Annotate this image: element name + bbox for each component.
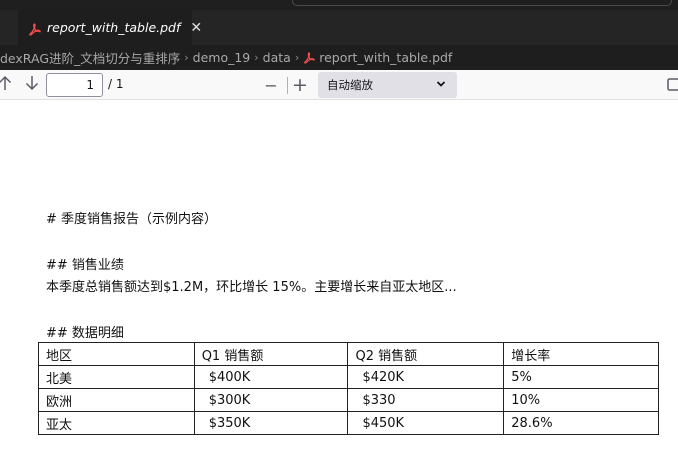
table-cell: $330 [347, 388, 505, 412]
table-cell: $400K [193, 365, 349, 389]
previous-page-button[interactable] [0, 75, 14, 95]
command-center-box[interactable] [292, 0, 672, 6]
pdf-page: # 季度销售报告（示例内容） ## 销售业绩 本季度总销售额达到$1.2M，环比… [0, 101, 678, 462]
table-header-cell: Q2 销售额 [347, 342, 505, 366]
document-properties-icon [665, 76, 678, 95]
chevron-right-icon: › [294, 51, 300, 64]
breadcrumb: dexRAG进阶_文档切分与重排序 › demo_19 › data › rep… [0, 45, 678, 70]
table-cell: $450K [347, 411, 505, 435]
zoom-select-value: 自动缩放 [327, 78, 373, 92]
tab-report-with-table-pdf[interactable]: report_with_table.pdf ✕ [18, 10, 202, 45]
page-count: / 1 [108, 77, 124, 91]
table-cell: 10% [503, 388, 659, 412]
pdf-toolbar: / 1 − + 自动缩放 [0, 70, 678, 100]
section-heading-details: ## 数据明细 [46, 326, 124, 341]
toolbar-divider [287, 77, 288, 94]
table-header-cell: 地区 [38, 342, 195, 366]
table-cell: 亚太 [38, 411, 195, 435]
tools-menu-button[interactable] [664, 75, 678, 95]
table-header-cell: Q1 销售额 [193, 342, 349, 366]
zoom-select[interactable]: 自动缩放 [318, 72, 457, 98]
table-cell: $300K [193, 388, 349, 412]
pdf-file-icon [28, 21, 41, 36]
table-row: 亚太 $350K $450K 28.6% [38, 411, 659, 435]
editor-tab-bar: report_with_table.pdf ✕ [0, 10, 678, 45]
window-top-strip [0, 0, 678, 10]
report-title: # 季度销售报告（示例内容） [46, 212, 218, 227]
breadcrumb-item-project[interactable]: dexRAG进阶_文档切分与重排序 [0, 48, 180, 67]
table-cell: 5% [503, 365, 659, 389]
summary-paragraph: 本季度总销售额达到$1.2M，环比增长 15%。主要增长来自亚太地区... [46, 280, 457, 295]
page-number-input[interactable] [46, 73, 103, 97]
chevron-right-icon: › [254, 51, 259, 64]
table-cell: 北美 [38, 365, 195, 389]
table-cell: 28.6% [503, 411, 659, 435]
tab-label: report_with_table.pdf [47, 20, 181, 35]
close-icon[interactable]: ✕ [190, 20, 202, 36]
minus-icon: − [264, 75, 278, 95]
breadcrumb-item-data[interactable]: data [263, 50, 291, 65]
next-page-button[interactable] [23, 75, 41, 95]
chevron-right-icon: › [184, 51, 189, 64]
table-row: 欧洲 $300K $330 10% [38, 388, 659, 412]
table-cell: $350K [193, 411, 349, 435]
breadcrumb-item-file[interactable]: report_with_table.pdf [319, 50, 452, 65]
table-row: 北美 $400K $420K 5% [38, 365, 659, 389]
plus-icon: + [292, 74, 308, 96]
arrow-down-icon [25, 75, 39, 95]
chevron-down-icon [435, 78, 447, 90]
section-heading-sales: ## 销售业绩 [46, 258, 124, 273]
pdf-file-icon [303, 51, 316, 64]
zoom-in-button[interactable]: + [290, 74, 310, 96]
zoom-out-button[interactable]: − [262, 75, 280, 95]
breadcrumb-item-demo[interactable]: demo_19 [193, 50, 251, 65]
table-header-row: 地区 Q1 销售额 Q2 销售额 增长率 [38, 342, 659, 366]
sales-table: 地区 Q1 销售额 Q2 销售额 增长率 北美 $400K $420K 5% 欧… [38, 342, 659, 435]
arrow-up-icon [0, 75, 12, 95]
table-header-cell: 增长率 [503, 342, 659, 366]
table-cell: $420K [347, 365, 505, 389]
table-cell: 欧洲 [38, 388, 195, 412]
